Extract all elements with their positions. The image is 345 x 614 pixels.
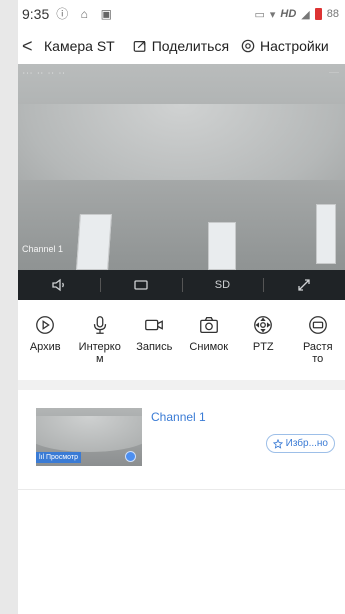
video-controls: SD	[18, 270, 345, 300]
divider	[18, 380, 345, 390]
status-time: 9:35	[22, 6, 50, 22]
star-icon	[272, 438, 283, 449]
tool-label: Снимок	[189, 341, 229, 353]
tool-stretch[interactable]: Растя то	[291, 314, 345, 378]
status-dot-icon	[125, 451, 136, 462]
vibrate-icon: ▭	[254, 8, 265, 21]
share-icon	[133, 41, 146, 52]
app-screen: 9:35 ⓘ ⌂ ▣ ▭ ▾ HD ◢ 88 < Камера ST Подел…	[18, 0, 345, 614]
camera-icon	[199, 317, 218, 333]
channel-name: Channel 1	[151, 410, 206, 424]
share-button[interactable]: Поделиться	[133, 38, 229, 54]
stretch-icon	[308, 316, 327, 334]
alert-icon: ⓘ	[56, 7, 69, 21]
split-screen-button[interactable]	[99, 270, 182, 300]
status-right: ▭ ▾ HD ◢ 88	[254, 8, 339, 21]
preview-badge: lıl Просмотр	[36, 452, 81, 463]
fullscreen-button[interactable]	[263, 270, 345, 300]
share-label: Поделиться	[151, 38, 230, 54]
tool-ptz[interactable]: PTZ	[236, 314, 291, 378]
top-bar: < Камера ST Поделиться Настройки	[18, 28, 345, 64]
tool-intercom[interactable]: Интерко м	[73, 314, 128, 378]
tool-label: Интерко м	[78, 341, 121, 365]
tool-archive[interactable]: Архив	[18, 314, 73, 378]
settings-button[interactable]: Настройки	[241, 38, 329, 54]
channel-thumbnail[interactable]: lıl Просмотр	[36, 408, 142, 466]
battery-icon	[314, 8, 322, 20]
tool-record[interactable]: Запись	[127, 314, 182, 378]
video-osd: ·····	[329, 70, 339, 76]
sound-button[interactable]	[18, 270, 100, 300]
back-button[interactable]: <	[22, 36, 44, 57]
tool-label: Архив	[29, 341, 61, 353]
page-title: Камера ST	[44, 38, 115, 54]
signal-bars-icon: lıl	[39, 454, 46, 461]
favorite-button[interactable]: Избр...но	[265, 434, 335, 453]
ptz-icon	[254, 316, 273, 334]
speaker-icon	[52, 278, 64, 292]
tool-label: PTZ	[252, 341, 274, 353]
tool-label: Растя то	[302, 341, 333, 365]
video-channel-label: Channel 1	[22, 244, 64, 254]
play-circle-icon	[36, 316, 55, 334]
battery-level: 88	[326, 8, 339, 20]
microphone-icon	[93, 316, 106, 334]
tool-snapshot[interactable]: Снимок	[182, 314, 237, 378]
action-toolbar: Архив Интерко м Запись Снимок PTZ Растя …	[18, 300, 345, 378]
video-timestamp: ··· ·· ·· ··	[22, 70, 66, 77]
fullscreen-icon	[298, 279, 310, 291]
gallery-icon: ▣	[100, 7, 112, 21]
favorite-label: Избр...но	[285, 438, 328, 449]
quality-button[interactable]: SD	[181, 270, 264, 300]
home-icon: ⌂	[80, 7, 88, 21]
settings-icon	[241, 39, 255, 53]
settings-label: Настройки	[260, 38, 329, 54]
tool-label: Запись	[136, 341, 173, 353]
status-bar: 9:35 ⓘ ⌂ ▣ ▭ ▾ HD ◢ 88	[18, 0, 345, 28]
signal-icon: ◢	[301, 8, 310, 21]
network-type: HD	[280, 8, 297, 20]
video-record-icon	[145, 319, 164, 331]
wifi-icon: ▾	[269, 8, 276, 21]
screen-icon	[133, 280, 148, 290]
channel-list-item[interactable]: lıl Просмотр Channel 1 Избр...но	[18, 390, 345, 490]
camera-video[interactable]: ··· ·· ·· ·· ····· Channel 1	[18, 64, 345, 270]
